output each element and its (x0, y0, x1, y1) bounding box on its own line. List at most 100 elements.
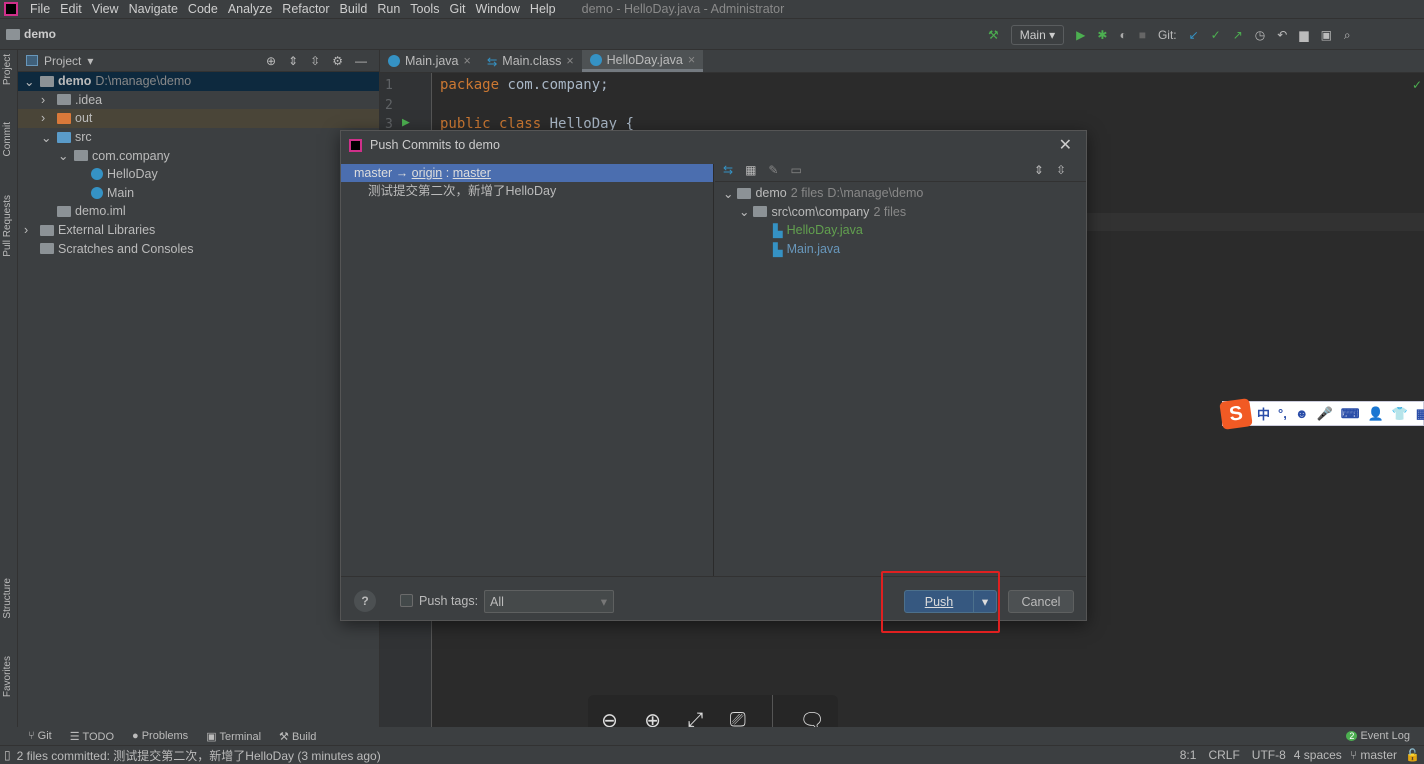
menu-git[interactable]: Git (449, 2, 465, 16)
project-tree-item[interactable]: Main (18, 184, 379, 203)
git-tool-button[interactable]: ⑂ Git (28, 730, 52, 742)
breadcrumb-project[interactable]: demo (24, 27, 56, 41)
diff-icon[interactable]: ⇆ (723, 163, 733, 177)
project-tool-button[interactable]: Project (2, 54, 13, 85)
menu-help[interactable]: Help (530, 2, 556, 16)
chevron-down-icon[interactable]: ▾ (87, 54, 93, 68)
commit-tool-button[interactable]: Commit (2, 122, 13, 156)
project-tree-item[interactable]: demo.iml (18, 202, 379, 221)
sogou-logo[interactable]: S (1219, 398, 1253, 430)
git-update-icon[interactable]: ↙ (1189, 28, 1199, 42)
ime-emoji-icon[interactable]: ☻ (1295, 406, 1309, 421)
close-icon[interactable]: ✕ (1059, 135, 1072, 155)
project-tree-item[interactable]: ⌄ com.company (18, 146, 379, 165)
structure-tool-button[interactable]: Structure (2, 578, 13, 619)
collapse-all-icon[interactable]: ⇳ (310, 54, 332, 68)
favorites-tool-button[interactable]: Favorites (2, 656, 13, 697)
chevron-right-icon[interactable]: › (41, 111, 53, 125)
project-tree-item[interactable]: › .idea (18, 91, 379, 110)
expand-all-icon[interactable]: ⇕ (1034, 163, 1056, 177)
ime-keyboard-icon[interactable]: ⌨ (1341, 406, 1360, 422)
indent-setting[interactable]: 4 spaces (1294, 748, 1342, 762)
project-view-select[interactable]: Project (44, 54, 81, 68)
ime-chinese-mode[interactable]: 中 (1257, 404, 1270, 423)
run-config-select[interactable]: Main ▾ (1010, 25, 1065, 45)
rollback-icon[interactable]: ↶ (1277, 28, 1287, 42)
stop-icon[interactable]: ■ (1139, 28, 1146, 42)
menu-view[interactable]: View (92, 2, 119, 16)
terminal-icon[interactable]: ▣ (1321, 28, 1332, 42)
breadcrumb[interactable]: demo (6, 27, 56, 41)
expand-all-icon[interactable]: ⇕ (288, 54, 310, 68)
tree-root-demo[interactable]: ⌄ demo 2 files D:\manage\demo (715, 184, 1086, 203)
target-branch-link[interactable]: master (453, 166, 491, 180)
push-tags-checkbox[interactable] (400, 594, 413, 607)
project-tree-item[interactable]: HelloDay (18, 165, 379, 184)
edit-source-icon[interactable]: ✎ (768, 163, 778, 177)
close-icon[interactable]: × (688, 53, 695, 67)
lock-icon[interactable]: 🔓 (1405, 748, 1420, 762)
menu-file[interactable]: File (30, 2, 50, 16)
ime-user-icon[interactable]: 👤 (1367, 406, 1383, 422)
project-tree-item[interactable]: › out (18, 109, 379, 128)
ime-punctuation-icon[interactable]: °, (1278, 406, 1287, 421)
menu-navigate[interactable]: Navigate (129, 2, 178, 16)
tab-main-class[interactable]: ⇆ Main.class × (479, 50, 582, 72)
tree-dir[interactable]: ⌄ src\com\company 2 files (715, 203, 1086, 222)
git-history-icon[interactable]: ◷ (1255, 28, 1265, 42)
menu-window[interactable]: Window (475, 2, 519, 16)
project-tree-item[interactable]: ⌄ src (18, 128, 379, 147)
file-encoding[interactable]: UTF-8 (1252, 748, 1286, 762)
remote-link[interactable]: origin (412, 166, 443, 180)
caret-position[interactable]: 8:1 (1180, 748, 1197, 762)
project-tree-item[interactable]: Scratches and Consoles (18, 239, 379, 258)
tab-main-java[interactable]: Main.java × (380, 50, 479, 72)
changed-file-row[interactable]: ▙ HelloDay.java (715, 221, 1086, 240)
chevron-down-icon[interactable]: ⌄ (24, 74, 36, 89)
chevron-down-icon[interactable]: ⌄ (58, 148, 70, 163)
line-separator[interactable]: CRLF (1208, 748, 1239, 762)
chevron-right-icon[interactable]: › (41, 93, 53, 107)
locate-icon[interactable]: ⊕ (266, 54, 288, 68)
run-gutter-icon[interactable]: ▶ (402, 115, 410, 130)
build-hammer-icon[interactable]: ⚒ (988, 28, 999, 42)
project-structure-icon[interactable]: ▆ (1299, 28, 1308, 42)
menu-run[interactable]: Run (377, 2, 400, 16)
git-branch-widget[interactable]: ⑂ master (1350, 748, 1397, 762)
project-tree-item[interactable]: › External Libraries (18, 221, 379, 240)
terminal-tool-button[interactable]: ▣ Terminal (206, 730, 261, 743)
hide-icon[interactable]: — (355, 54, 379, 68)
cancel-button[interactable]: Cancel (1008, 590, 1074, 613)
commit-row[interactable]: 测试提交第二次，新增了HelloDay (341, 182, 713, 200)
problems-tool-button[interactable]: ● Problems (132, 730, 188, 742)
branch-row[interactable]: master → origin : master (341, 164, 713, 182)
menu-edit[interactable]: Edit (60, 2, 82, 16)
menu-build[interactable]: Build (340, 2, 368, 16)
help-button[interactable]: ? (354, 590, 376, 612)
push-tags-select[interactable]: All ▾ (484, 590, 614, 613)
toggle-tool-windows-icon[interactable]: ▯ (4, 748, 11, 762)
ime-voice-icon[interactable]: 🎤 (1317, 406, 1333, 422)
ime-skin-icon[interactable]: 👕 (1392, 406, 1408, 422)
ime-menu-icon[interactable]: ▦ (1416, 406, 1424, 422)
event-log-button[interactable]: 2 Event Log (1346, 730, 1410, 742)
menu-refactor[interactable]: Refactor (282, 2, 329, 16)
code-editor[interactable]: package com.company; public class HelloD… (440, 76, 634, 135)
status-message[interactable]: 2 files committed: 测试提交第二次，新增了HelloDay (… (17, 747, 381, 764)
menu-analyze[interactable]: Analyze (228, 2, 272, 16)
menu-code[interactable]: Code (188, 2, 218, 16)
gear-icon[interactable]: ⚙ (332, 54, 355, 68)
menu-tools[interactable]: Tools (410, 2, 439, 16)
changed-file-row[interactable]: ▙ Main.java (715, 240, 1086, 259)
todo-tool-button[interactable]: ☰ TODO (70, 730, 114, 743)
pull-requests-tool-button[interactable]: Pull Requests (2, 195, 13, 257)
close-icon[interactable]: × (464, 54, 471, 68)
search-icon[interactable]: ⌕ (1344, 28, 1351, 43)
collapse-all-icon[interactable]: ⇳ (1056, 163, 1078, 177)
group-by-icon[interactable]: ▦ (745, 163, 756, 177)
debug-icon[interactable]: ✱ (1097, 28, 1107, 42)
chevron-down-icon[interactable]: ⌄ (41, 130, 53, 145)
tab-helloday-java[interactable]: HelloDay.java × (581, 50, 704, 72)
preview-icon[interactable]: ▭ (790, 163, 801, 177)
run-icon[interactable]: ▶ (1076, 28, 1085, 42)
